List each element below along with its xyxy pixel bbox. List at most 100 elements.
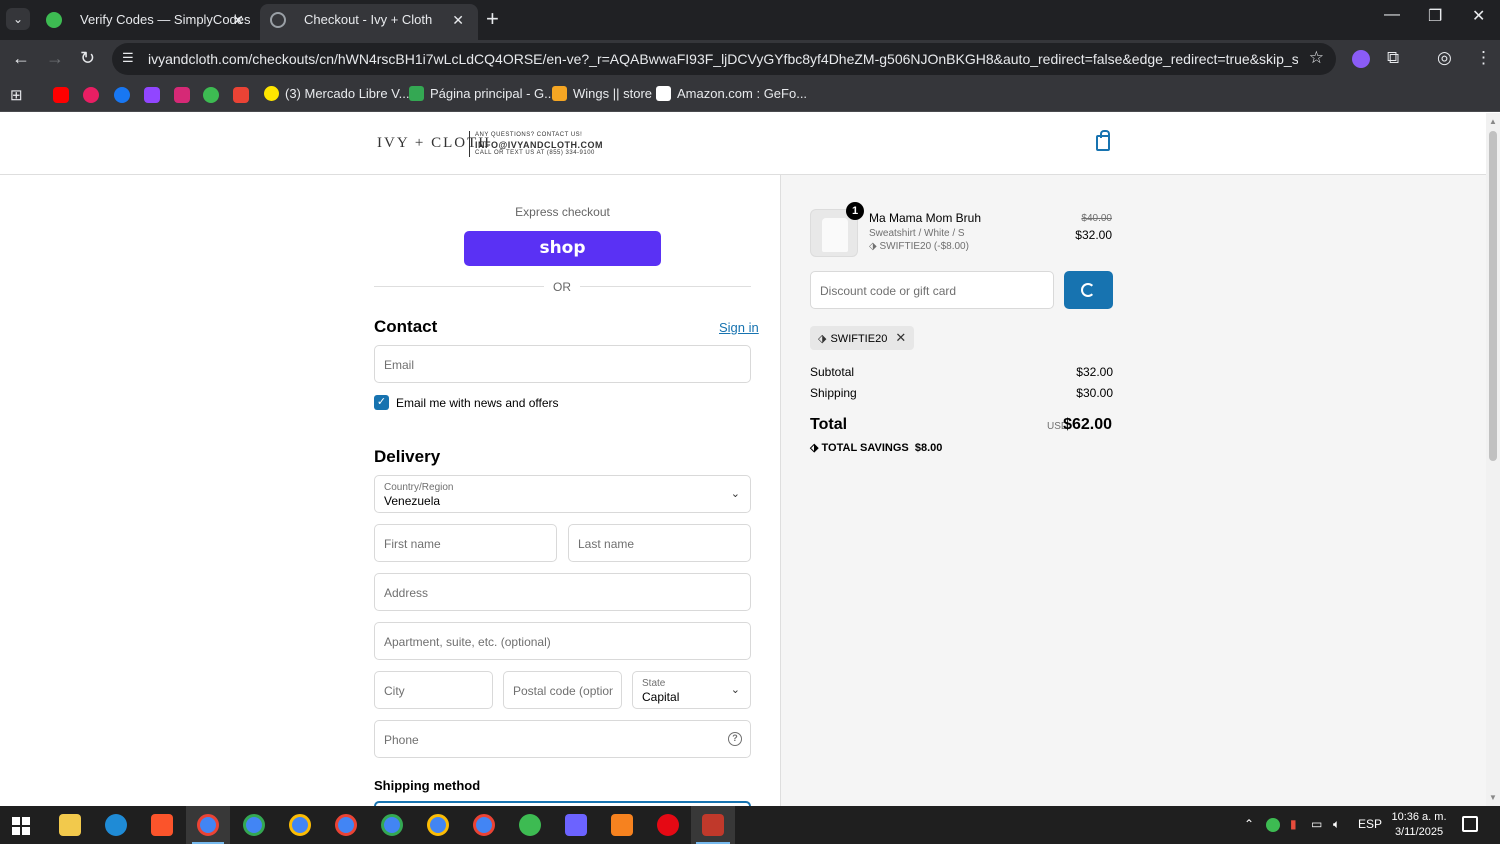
browser-toolbar: ← → ↻ ☰ ivyandcloth.com/checkouts/cn/hWN… (0, 40, 1500, 78)
brave-icon[interactable] (151, 814, 173, 836)
first-name-field[interactable]: First name (374, 524, 557, 562)
apply-discount-button[interactable] (1064, 271, 1113, 309)
url-text[interactable]: ivyandcloth.com/checkouts/cn/hWN4rscBH1i… (148, 51, 1298, 67)
postal-code-field[interactable]: Postal code (option... (503, 671, 622, 709)
tab-simplycodes[interactable]: Verify Codes — SimplyCodes ✕ (36, 4, 258, 40)
delivery-heading: Delivery (374, 447, 441, 466)
simplycodes-tray-icon[interactable] (1266, 818, 1280, 832)
scrollbar-thumb[interactable] (1489, 131, 1497, 461)
profile-icon[interactable]: ◎ (1437, 48, 1452, 68)
state-select[interactable]: State Capital ⌄ (632, 671, 751, 709)
forward-button[interactable]: → (46, 48, 64, 69)
globe-favicon-icon (270, 12, 286, 28)
chrome-profile-icon[interactable] (473, 814, 495, 836)
sign-in-link[interactable]: Sign in (719, 320, 759, 335)
city-field[interactable]: City (374, 671, 493, 709)
applied-discount-chip: ⬗ SWIFTIE20 ✕ (810, 326, 915, 350)
shop-pay-button[interactable]: shop (464, 231, 661, 266)
total-savings: ⬗ TOTAL SAVINGS $8.00 (810, 442, 943, 454)
chrome-profile-icon[interactable] (243, 814, 265, 836)
network-icon[interactable]: ▭ (1311, 817, 1322, 831)
bookmark-mercadolibre[interactable]: (3) Mercado Libre V... (264, 86, 410, 101)
close-window-button[interactable]: ✕ (1472, 6, 1485, 26)
email-field[interactable]: Email (374, 345, 751, 383)
state-label: State (642, 678, 666, 689)
postal-code-placeholder: Postal code (option... (513, 684, 613, 698)
shopping-bag-icon[interactable] (1096, 130, 1110, 151)
loading-spinner-icon (1081, 283, 1095, 297)
instagram-bookmark-icon[interactable] (174, 87, 190, 103)
address-field[interactable]: Address (374, 573, 751, 611)
bookmark-wings-store[interactable]: Wings || store (552, 86, 652, 101)
help-icon[interactable]: ? (728, 732, 742, 746)
chrome-icon[interactable] (197, 814, 219, 836)
new-tab-button[interactable]: + (486, 6, 499, 32)
simplycodes-bookmark-icon[interactable] (203, 87, 219, 103)
chrome-profile-icon[interactable] (335, 814, 357, 836)
bookmark-star-icon[interactable]: ☆ (1309, 48, 1324, 68)
store-header: IVY + CLOTH ANY QUESTIONS? CONTACT US! I… (0, 113, 1486, 175)
scroll-up-icon[interactable]: ▲ (1489, 117, 1497, 126)
apartment-field[interactable]: Apartment, suite, etc. (optional) (374, 622, 751, 660)
simplycodes-app-icon[interactable] (519, 814, 541, 836)
country-select[interactable]: Country/Region Venezuela ⌄ (374, 475, 751, 513)
notification-center-icon[interactable] (1462, 816, 1478, 832)
discount-placeholder: Discount code or gift card (820, 284, 957, 298)
discount-code-input[interactable]: Discount code or gift card (810, 271, 1054, 309)
bookmark-google-drive[interactable]: Página principal - G... (409, 86, 555, 101)
amazon-icon (656, 86, 671, 101)
volume-icon[interactable]: 🔈︎ (1333, 817, 1340, 832)
page-scrollbar[interactable]: ▲ ▼ (1486, 113, 1500, 806)
minimize-button[interactable]: — (1384, 6, 1400, 24)
phone-field[interactable]: Phone ? (374, 720, 751, 758)
vpn-app-icon[interactable] (565, 814, 587, 836)
show-hidden-icons-icon[interactable]: ⌃ (1244, 817, 1254, 831)
address-bar[interactable]: ☰ ivyandcloth.com/checkouts/cn/hWN4rscBH… (112, 43, 1336, 75)
news-checkbox-label[interactable]: Email me with news and offers (396, 396, 559, 410)
media-player-icon[interactable] (657, 814, 679, 836)
file-explorer-icon[interactable] (59, 814, 81, 836)
news-checkbox[interactable]: ✓ (374, 395, 389, 410)
restore-button[interactable]: ❐ (1428, 6, 1442, 26)
store-logo[interactable]: IVY + CLOTH (377, 135, 491, 152)
clock[interactable]: 10:36 a. m. 3/11/2025 (1388, 810, 1450, 840)
close-tab-icon[interactable]: ✕ (452, 4, 464, 36)
phone-placeholder: Phone (384, 733, 419, 747)
twitch-bookmark-icon[interactable] (144, 87, 160, 103)
extension-icon[interactable] (1352, 50, 1370, 68)
game-app-icon[interactable] (702, 814, 724, 836)
close-tab-icon[interactable]: ✕ (232, 4, 244, 36)
extensions-puzzle-icon[interactable]: ⧉ (1387, 48, 1399, 68)
chrome-profile-icon[interactable] (427, 814, 449, 836)
audio-tray-icon[interactable]: ▮ (1290, 817, 1297, 831)
scroll-down-icon[interactable]: ▼ (1489, 793, 1497, 802)
edge-icon[interactable] (105, 814, 127, 836)
language-indicator[interactable]: ESP (1358, 817, 1382, 831)
gmail-bookmark-icon[interactable] (233, 87, 249, 103)
music-bookmark-icon[interactable] (83, 87, 99, 103)
site-settings-icon[interactable]: ☰ (122, 50, 134, 66)
shipping-method-heading: Shipping method (374, 778, 481, 793)
cloudflare-icon[interactable] (611, 814, 633, 836)
remove-discount-icon[interactable]: ✕ (895, 326, 906, 350)
chrome-profile-icon[interactable] (289, 814, 311, 836)
tab-search-button[interactable]: ⌄ (6, 8, 30, 30)
shipping-value: $30.00 (1076, 386, 1113, 400)
tab-title: Checkout - Ivy + Cloth (304, 12, 433, 27)
last-name-field[interactable]: Last name (568, 524, 751, 562)
facebook-bookmark-icon[interactable] (114, 87, 130, 103)
tab-checkout[interactable]: Checkout - Ivy + Cloth ✕ (260, 4, 478, 40)
menu-kebab-icon[interactable]: ⋮ (1475, 48, 1492, 68)
back-button[interactable]: ← (12, 48, 30, 69)
total-value: $62.00 (1063, 416, 1112, 433)
bookmark-amazon[interactable]: Amazon.com : GeFo... (656, 86, 807, 101)
youtube-bookmark-icon[interactable] (53, 87, 69, 103)
apartment-placeholder: Apartment, suite, etc. (optional) (384, 635, 551, 649)
subtotal-value: $32.00 (1076, 365, 1113, 379)
apps-grid-icon[interactable]: ⊞ (10, 86, 23, 104)
bookmarks-bar: ⊞ (3) Mercado Libre V... Página principa… (0, 78, 1500, 112)
reload-button[interactable]: ↻ (80, 48, 95, 69)
logo-tagline-email: INFO@IVYANDCLOTH.COM (475, 140, 603, 150)
chrome-profile-icon[interactable] (381, 814, 403, 836)
windows-start-icon[interactable] (12, 817, 30, 835)
